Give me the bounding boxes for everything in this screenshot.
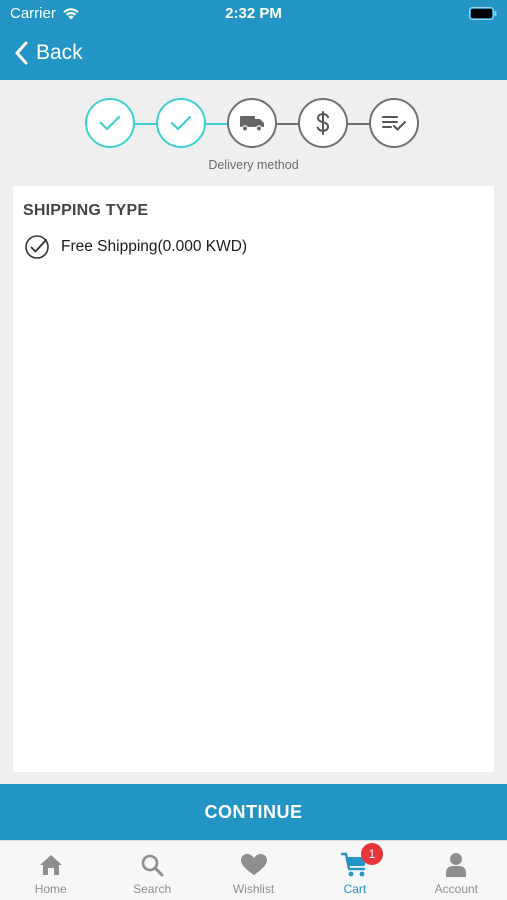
tab-label: Search (133, 882, 172, 896)
tab-label: Wishlist (232, 882, 275, 896)
list-check-icon (382, 116, 406, 131)
cart-badge: 1 (360, 843, 383, 865)
top-bar: Carrier 2:32 PM Back (0, 0, 507, 80)
heart-icon (240, 854, 267, 875)
navigation-bar: Back (0, 30, 507, 76)
tab-cart[interactable]: 1 Cart (304, 841, 405, 900)
step-delivery (227, 98, 277, 148)
tab-label: Cart (343, 882, 367, 896)
step-connector (348, 123, 370, 125)
shipping-card: SHIPPING TYPE Free Shipping(0.000 KWD) (13, 186, 494, 772)
check-circle-icon (25, 235, 49, 259)
step-review (369, 98, 419, 148)
step-caption: Delivery method (208, 158, 299, 172)
step-cart (85, 98, 135, 148)
checkout-progress (0, 98, 507, 150)
shipping-option-label: Free Shipping(0.000 KWD) (61, 238, 248, 255)
back-button[interactable]: Back (14, 38, 83, 68)
tab-label: Account (434, 882, 478, 896)
tab-home[interactable]: Home (0, 841, 101, 900)
tab-label: Home (34, 882, 67, 896)
step-address (156, 98, 206, 148)
battery-icon (469, 7, 497, 20)
tab-bar: Home Search Wishlist 1 Cart Account (0, 840, 507, 900)
tab-account[interactable]: Account (406, 841, 507, 900)
status-bar: Carrier 2:32 PM (0, 0, 507, 28)
check-icon (170, 115, 192, 131)
truck-icon (240, 116, 264, 132)
chevron-left-icon (15, 41, 28, 65)
back-label: Back (36, 41, 83, 64)
step-payment (298, 98, 348, 148)
user-icon (446, 853, 467, 877)
shipping-option-free[interactable]: Free Shipping(0.000 KWD) (24, 233, 247, 261)
dollar-icon (316, 111, 330, 135)
section-title: SHIPPING TYPE (23, 202, 149, 219)
step-connector (206, 123, 228, 125)
step-connector (277, 123, 299, 125)
status-time: 2:32 PM (225, 5, 282, 22)
check-icon (99, 115, 121, 131)
continue-button[interactable]: CONTINUE (0, 784, 507, 840)
tab-search[interactable]: Search (101, 841, 202, 900)
home-icon (39, 855, 62, 875)
search-icon (141, 854, 164, 877)
step-connector (135, 123, 157, 125)
tab-wishlist[interactable]: Wishlist (203, 841, 304, 900)
